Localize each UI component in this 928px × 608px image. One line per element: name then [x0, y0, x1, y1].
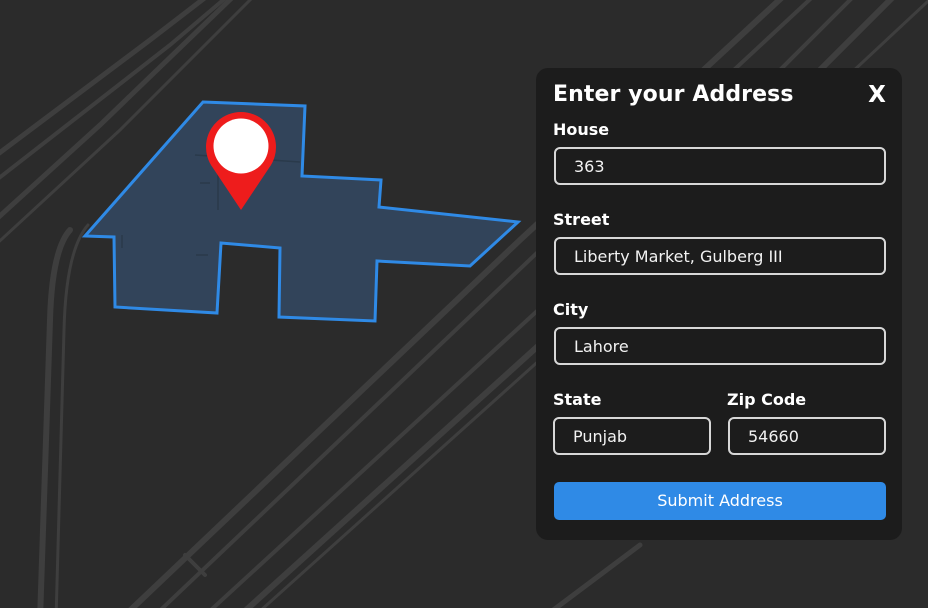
submit-address-button[interactable]: Submit Address — [554, 482, 886, 520]
house-input[interactable] — [554, 147, 886, 185]
street-input[interactable] — [554, 237, 886, 275]
form-title: Enter your Address — [553, 82, 794, 107]
city-label: City — [553, 300, 589, 319]
map-view[interactable]: Enter your Address X House Street City S… — [0, 0, 928, 608]
close-button[interactable]: X — [866, 81, 888, 109]
road-left-vertical — [37, 227, 73, 608]
zip-code-input[interactable] — [728, 417, 886, 455]
house-label: House — [553, 120, 610, 139]
state-label: State — [553, 390, 602, 409]
zip-code-label: Zip Code — [727, 390, 807, 409]
road-left-vertical-2 — [54, 223, 90, 608]
state-input[interactable] — [553, 417, 711, 455]
road-junction — [183, 553, 207, 577]
city-input[interactable] — [554, 327, 886, 365]
street-label: Street — [553, 210, 610, 229]
selected-area-polygon[interactable] — [81, 100, 522, 323]
address-form-panel: Enter your Address X House Street City S… — [536, 68, 902, 540]
road-lower-right — [551, 542, 643, 608]
